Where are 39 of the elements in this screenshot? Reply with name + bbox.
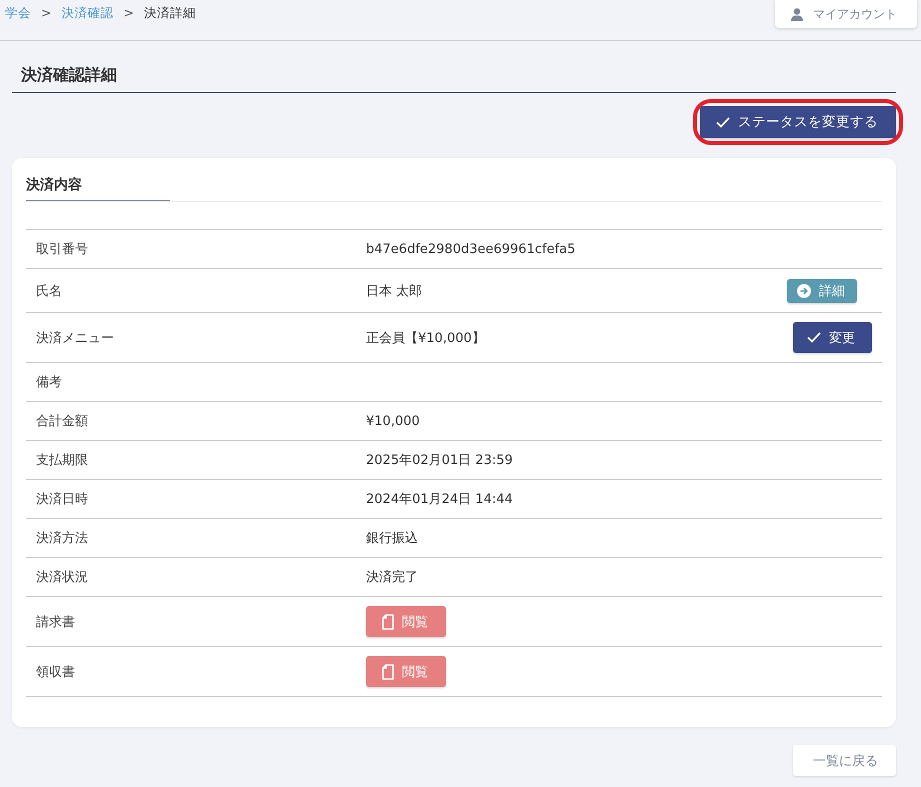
user-icon (791, 8, 803, 20)
field-value: 正会員【¥10,000】 (366, 330, 486, 346)
document-icon (382, 614, 394, 630)
field-value: 決済完了 (366, 569, 419, 586)
field-label: 合計金額 (36, 413, 89, 430)
change-button[interactable]: 変更 (793, 322, 872, 353)
breadcrumb-link[interactable]: 決済確認 (61, 5, 114, 22)
field-label: 決済メニュー (36, 330, 115, 346)
field-value: 日本 太郎 (366, 282, 424, 300)
field-value: 銀行振込 (366, 530, 419, 547)
card-title: 決済内容 (26, 172, 170, 201)
breadcrumb-separator: > (41, 5, 52, 22)
field-label: 領収書 (36, 664, 76, 680)
view-button[interactable]: 閲覧 (366, 606, 446, 637)
breadcrumb-separator: > (123, 5, 134, 22)
field-value: ¥10,000 (366, 414, 421, 428)
check-icon (807, 332, 821, 343)
check-icon (716, 116, 730, 128)
back-to-list-button[interactable]: 一覧に戻る (793, 745, 896, 776)
field-label: 備考 (36, 374, 63, 391)
field-label: 氏名 (36, 282, 63, 300)
view-button[interactable]: 閲覧 (366, 656, 446, 687)
field-label: 決済日時 (36, 491, 89, 508)
change-status-button[interactable]: ステータスを変更する (700, 106, 896, 138)
detail-button[interactable]: 詳細 (787, 278, 857, 302)
document-icon (382, 664, 394, 680)
field-value: 2024年01月24日 14:44 (366, 491, 514, 508)
field-label: 決済状況 (36, 569, 89, 586)
breadcrumb-link[interactable]: 学会 (5, 5, 31, 22)
field-label: 取引番号 (36, 241, 89, 258)
breadcrumb-current: 決済詳細 (144, 5, 196, 22)
arrow-circle-icon (797, 284, 811, 298)
field-label: 請求書 (36, 614, 76, 630)
field-value: 2025年02月01日 23:59 (366, 452, 514, 469)
field-value: b47e6dfe2980d3ee69961cfefa5 (366, 242, 576, 256)
field-label: 決済方法 (36, 530, 89, 547)
account-button[interactable]: マイアカウント (775, 0, 917, 28)
field-label: 支払期限 (36, 452, 89, 469)
page-title: 決済確認詳細 (12, 41, 896, 93)
